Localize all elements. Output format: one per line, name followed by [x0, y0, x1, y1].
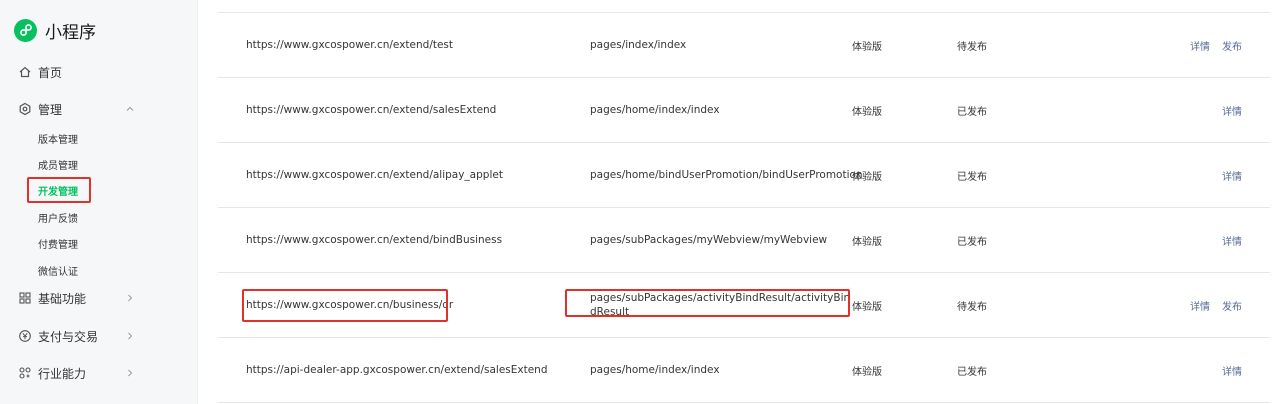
detail-link[interactable]: 详情	[1222, 168, 1242, 183]
sidebar-item-label: 基础功能	[38, 291, 87, 306]
detail-link[interactable]: 详情	[1222, 103, 1242, 118]
url-cell: https://api-dealer-app.gxcospower.cn/ext…	[246, 364, 548, 376]
ops-cell: 详情	[1222, 143, 1242, 207]
sidebar-item-verification[interactable]: 微信认证	[38, 263, 78, 278]
detail-link[interactable]: 详情	[1222, 363, 1242, 378]
status-cell: 已发布	[957, 366, 987, 378]
url-cell: https://www.gxcospower.cn/extend/test	[246, 39, 454, 51]
path-cell: pages/home/index/index	[590, 104, 720, 116]
publish-link[interactable]: 发布	[1222, 298, 1242, 313]
path-cell: pages/home/bindUserPromotion/bindUserPro…	[590, 169, 863, 181]
chevron-right-icon[interactable]	[126, 332, 134, 340]
sidebar-item-label: 管理	[38, 102, 63, 117]
table-row: https://www.gxcospower.cn/extend/alipay_…	[218, 143, 1270, 208]
path-cell: pages/index/index	[590, 39, 687, 51]
sidebar-item-label: 支付与交易	[38, 329, 99, 344]
ops-cell: 详情	[1222, 78, 1242, 142]
status-cell: 待发布	[957, 301, 987, 313]
grid-icon	[18, 291, 32, 305]
sidebar: 小程序 首页 管理 版本管理 成员管理 开发管理 用户反馈 付费管理 微信认证 …	[0, 0, 198, 404]
table-row: https://api-dealer-app.gxcospower.cn/ext…	[218, 338, 1270, 403]
settings-icon	[18, 102, 32, 116]
ops-cell: 详情	[1222, 208, 1242, 272]
brand[interactable]: 小程序	[14, 18, 96, 43]
detail-link[interactable]: 详情	[1190, 298, 1210, 313]
sidebar-item-billing[interactable]: 付费管理	[38, 236, 78, 251]
sidebar-item-label: 行业能力	[38, 366, 87, 381]
publish-link[interactable]: 发布	[1222, 38, 1242, 53]
sidebar-item-version[interactable]: 版本管理	[38, 131, 78, 146]
highlight-box	[565, 289, 850, 317]
app-title: 小程序	[45, 22, 96, 43]
path-cell: pages/subPackages/myWebview/myWebview	[590, 234, 828, 246]
detail-link[interactable]: 详情	[1190, 38, 1210, 53]
ops-cell: 详情 发布	[1190, 273, 1242, 337]
ops-cell: 详情 发布	[1190, 13, 1242, 77]
url-cell: https://www.gxcospower.cn/extend/bindBus…	[246, 234, 503, 246]
table-row: https://www.gxcospower.cn/extend/test pa…	[218, 13, 1270, 78]
path-cell: pages/home/index/index	[590, 364, 720, 376]
sidebar-item-members[interactable]: 成员管理	[38, 157, 78, 172]
highlight-box	[27, 177, 91, 203]
version-cell: 体验版	[852, 41, 882, 53]
sidebar-item-payment[interactable]: 支付与交易	[18, 328, 138, 344]
chevron-right-icon[interactable]	[126, 369, 134, 377]
url-cell: https://www.gxcospower.cn/extend/alipay_…	[246, 169, 503, 181]
table-row: https://www.gxcospower.cn/extend/salesEx…	[218, 78, 1270, 143]
version-cell: 体验版	[852, 301, 882, 313]
sidebar-item-feedback[interactable]: 用户反馈	[38, 210, 78, 225]
version-cell: 体验版	[852, 236, 882, 248]
status-cell: 已发布	[957, 171, 987, 183]
sidebar-item-industry[interactable]: 行业能力	[18, 365, 138, 381]
detail-link[interactable]: 详情	[1222, 233, 1242, 248]
table-row: https://www.gxcospower.cn/business/qr pa…	[218, 273, 1270, 338]
chevron-up-icon[interactable]	[126, 105, 134, 113]
status-cell: 已发布	[957, 236, 987, 248]
sidebar-item-label: 首页	[38, 65, 63, 80]
industry-icon	[18, 366, 32, 380]
sidebar-item-basic[interactable]: 基础功能	[18, 290, 138, 306]
yen-icon	[18, 329, 32, 343]
sidebar-item-home[interactable]: 首页	[18, 64, 138, 80]
chevron-right-icon[interactable]	[126, 294, 134, 302]
status-cell: 待发布	[957, 41, 987, 53]
highlight-box	[242, 289, 448, 322]
url-cell: https://www.gxcospower.cn/extend/salesEx…	[246, 104, 497, 116]
ops-cell: 详情	[1222, 338, 1242, 402]
status-cell: 已发布	[957, 106, 987, 118]
version-cell: 体验版	[852, 366, 882, 378]
home-icon	[18, 65, 32, 79]
version-cell: 体验版	[852, 171, 882, 183]
main-content: https://www.gxcospower.cn/extend/test pa…	[198, 0, 1280, 404]
mini-program-logo-icon	[14, 18, 37, 42]
sidebar-item-manage[interactable]: 管理	[18, 101, 138, 117]
table-row: https://www.gxcospower.cn/extend/bindBus…	[218, 208, 1270, 273]
version-cell: 体验版	[852, 106, 882, 118]
